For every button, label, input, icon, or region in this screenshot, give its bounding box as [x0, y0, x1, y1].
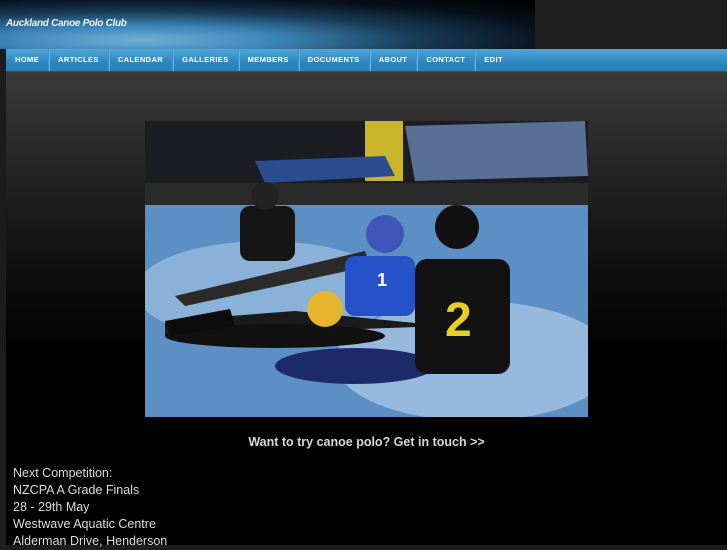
site-title[interactable]: Auckland Canoe Polo Club: [6, 18, 127, 29]
svg-text:1: 1: [377, 270, 387, 290]
main-nav: HOME ARTICLES CALENDAR GALLERIES MEMBERS…: [6, 49, 727, 72]
competition-name: NZCPA A Grade Finals: [13, 483, 140, 497]
competition-heading: Next Competition:: [13, 466, 113, 480]
nav-members[interactable]: MEMBERS: [239, 49, 299, 71]
header-filler: [535, 0, 727, 49]
next-competition-info: Next Competition: NZCPA A Grade Finals 2…: [13, 465, 167, 550]
nav-home[interactable]: HOME: [6, 49, 50, 71]
nav-galleries[interactable]: GALLERIES: [173, 49, 239, 71]
competition-address: Alderman Drive, Henderson: [13, 534, 168, 548]
canoe-polo-photo: 2 1: [145, 121, 588, 417]
nav-about[interactable]: ABOUT: [370, 49, 418, 71]
nav-documents[interactable]: DOCUMENTS: [299, 49, 370, 71]
content-area: 2 1 Want to try canoe polo? Get in touch…: [6, 72, 727, 548]
competition-venue: Westwave Aquatic Centre: [13, 517, 156, 531]
competition-dates: 28 - 29th May: [13, 500, 90, 514]
nav-contact[interactable]: CONTACT: [417, 49, 476, 71]
header-banner: Auckland Canoe Polo Club: [0, 0, 535, 49]
svg-text:2: 2: [445, 294, 472, 347]
nav-edit[interactable]: EDIT: [475, 49, 512, 71]
nav-calendar[interactable]: CALENDAR: [109, 49, 174, 71]
cta-text[interactable]: Want to try canoe polo? Get in touch >>: [248, 435, 484, 449]
nav-articles[interactable]: ARTICLES: [49, 49, 109, 71]
get-in-touch-link[interactable]: Want to try canoe polo? Get in touch >>: [6, 435, 727, 449]
